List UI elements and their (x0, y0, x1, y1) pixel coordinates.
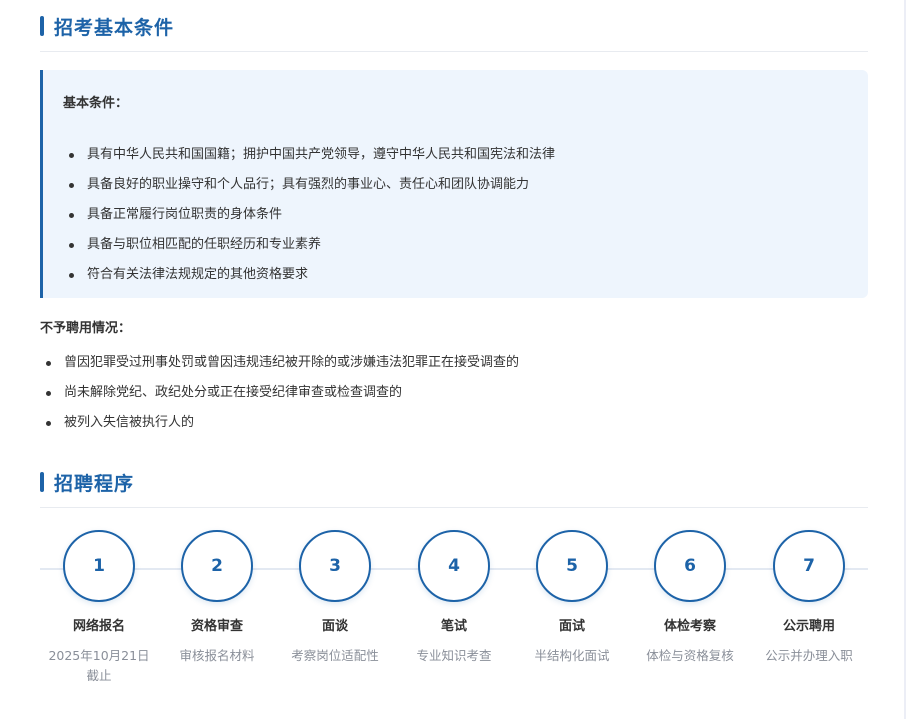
process-step-3: 3 面谈 考察岗位适配性 (276, 530, 394, 666)
section-title-text: 招考基本条件 (54, 16, 175, 39)
process-step-2: 2 资格审查 审核报名材料 (158, 530, 276, 666)
list-item: 具有中华人民共和国国籍；拥护中国共产党领导，遵守中华人民共和国宪法和法律 (63, 140, 555, 170)
step-name: 面试 (558, 619, 585, 634)
section-divider (40, 51, 868, 52)
section-title-basic-conditions: 招考基本条件 (40, 13, 174, 39)
process-step-1: 1 网络报名 2025年10月21日截止 (40, 530, 158, 686)
step-number-circle: 4 (418, 530, 490, 602)
section-divider (40, 507, 868, 508)
step-number-circle: 2 (181, 530, 253, 602)
step-number-circle: 1 (63, 530, 135, 602)
basic-conditions-title: 基本条件： (63, 96, 129, 111)
step-description: 公示并办理入职 (765, 648, 853, 663)
step-number-circle: 5 (536, 530, 608, 602)
process-step-6: 6 体检考察 体检与资格复核 (631, 530, 749, 666)
step-name: 体检考察 (663, 619, 716, 634)
step-name: 笔试 (440, 619, 467, 634)
process-step-4: 4 笔试 专业知识考查 (395, 530, 513, 666)
basic-conditions-box: 基本条件： 具有中华人民共和国国籍；拥护中国共产党领导，遵守中华人民共和国宪法和… (40, 70, 868, 298)
title-accent-bar (40, 472, 44, 492)
step-number-circle: 3 (299, 530, 371, 602)
step-description: 审核报名材料 (179, 648, 255, 663)
list-item: 尚未解除党纪、政纪处分或正在接受纪律审查或检查调查的 (40, 378, 519, 408)
title-accent-bar (40, 16, 44, 36)
step-description: 半结构化面试 (534, 648, 610, 663)
process-step-5: 5 面试 半结构化面试 (513, 530, 631, 666)
step-description: 考察岗位适配性 (291, 648, 379, 663)
step-description: 专业知识考查 (416, 648, 492, 663)
section-title-text: 招聘程序 (54, 472, 135, 495)
step-description: 2025年10月21日截止 (48, 648, 150, 683)
basic-conditions-list: 具有中华人民共和国国籍；拥护中国共产党领导，遵守中华人民共和国宪法和法律 具备良… (63, 140, 555, 290)
step-name: 面谈 (321, 619, 348, 634)
process-step-7: 7 公示聘用 公示并办理入职 (750, 530, 868, 666)
exclusions-list: 曾因犯罪受过刑事处罚或曾因违规违纪被开除的或涉嫌违法犯罪正在接受调查的 尚未解除… (40, 348, 519, 438)
list-item: 具备与职位相匹配的任职经历和专业素养 (63, 230, 555, 260)
step-number-circle: 7 (773, 530, 845, 602)
step-name: 网络报名 (72, 619, 125, 634)
list-item: 具备良好的职业操守和个人品行；具有强烈的事业心、责任心和团队协调能力 (63, 170, 555, 200)
content-card: 招考基本条件 基本条件： 具有中华人民共和国国籍；拥护中国共产党领导，遵守中华人… (0, 0, 904, 719)
section-title-process: 招聘程序 (40, 469, 134, 495)
list-item: 具备正常履行岗位职责的身体条件 (63, 200, 555, 230)
step-number-circle: 6 (654, 530, 726, 602)
step-description: 体检与资格复核 (646, 648, 734, 663)
step-name: 公示聘用 (782, 619, 835, 634)
list-item: 曾因犯罪受过刑事处罚或曾因违规违纪被开除的或涉嫌违法犯罪正在接受调查的 (40, 348, 519, 378)
process-steps: 1 网络报名 2025年10月21日截止 2 资格审查 审核报名材料 3 面谈 … (40, 530, 868, 700)
exclusions-title: 不予聘用情况： (40, 321, 132, 336)
list-item: 被列入失信被执行人的 (40, 408, 519, 438)
list-item: 符合有关法律法规规定的其他资格要求 (63, 260, 555, 290)
step-name: 资格审查 (190, 619, 243, 634)
